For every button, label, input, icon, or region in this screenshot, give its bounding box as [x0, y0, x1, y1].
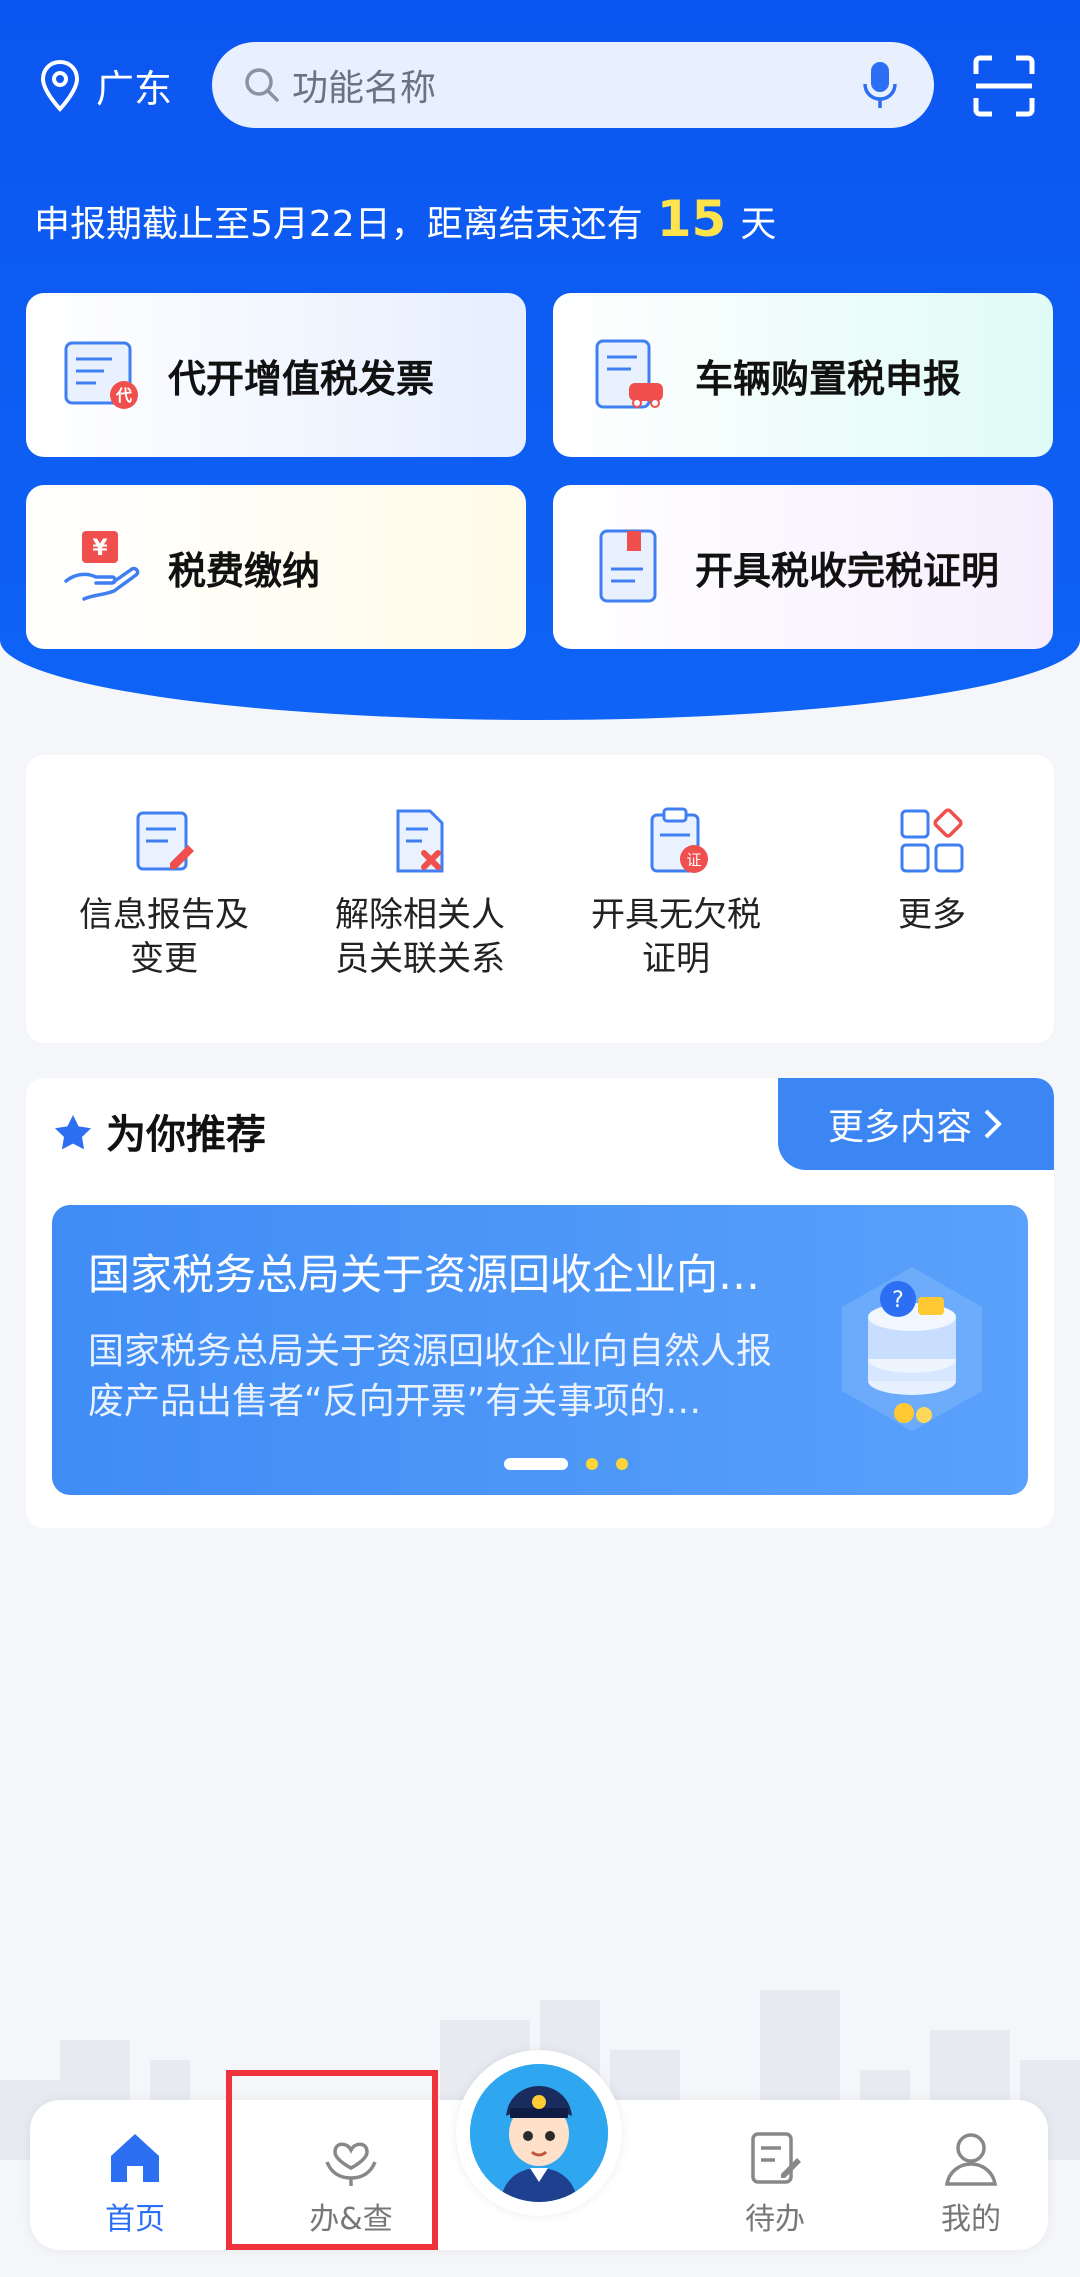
nav-label: 首页 [105, 2202, 165, 2237]
search-icon [245, 68, 279, 102]
card-vat-invoice[interactable]: 代 代开增值税发票 [26, 293, 526, 457]
microphone-icon[interactable] [862, 60, 898, 110]
deadline-days: 15 [656, 190, 727, 248]
deadline-suffix: 天 [740, 204, 777, 245]
recommend-section: 为你推荐 更多内容 国家税务总局关于资源回收企业向… 国家税务总局关于资源回收企… [26, 1078, 1054, 1528]
location-pin-icon [40, 59, 80, 112]
search-input[interactable]: 功能名称 [212, 42, 934, 128]
home-icon [111, 2134, 159, 2182]
chevron-right-icon [984, 1109, 1002, 1139]
info-report-icon [136, 811, 194, 871]
nav-label: 待办 [745, 2202, 805, 2237]
card-vehicle-tax[interactable]: 车辆购置税申报 [553, 293, 1053, 457]
nav-todo[interactable]: 待办 [700, 2128, 850, 2238]
quick-unlink-relation[interactable]: 解除相关人 员关联关系 [310, 805, 530, 981]
card-label: 税费缴纳 [168, 548, 321, 593]
card-label: 代开增值税发票 [168, 356, 435, 401]
quick-no-arrears[interactable]: 证 开具无欠税 证明 [566, 805, 786, 981]
tax-certificate-icon [599, 529, 657, 603]
tax-officer-avatar-icon [470, 2064, 608, 2202]
unlink-icon [396, 809, 444, 873]
quick-label: 更多 [898, 895, 966, 935]
carousel-dot [616, 1458, 628, 1470]
quick-label: 信息报告及 变更 [79, 895, 249, 979]
star-icon [55, 1115, 91, 1150]
nav-profile[interactable]: 我的 [896, 2128, 1046, 2238]
location-selector[interactable]: 广东 [38, 58, 172, 113]
quick-label: 解除相关人 员关联关系 [335, 895, 505, 979]
data-server-icon: ? [842, 1267, 982, 1431]
quick-label: 开具无欠税 证明 [591, 895, 761, 979]
profile-icon [944, 2133, 998, 2186]
more-content-button[interactable]: 更多内容 [778, 1078, 1054, 1170]
banner-description: 国家税务总局关于资源回收企业向自然人报废产品出售者“反向开票”有关事项的… [88, 1331, 773, 1422]
scan-icon[interactable] [972, 54, 1036, 118]
svg-text:证: 证 [686, 851, 701, 869]
svg-text:?: ? [892, 1288, 904, 1313]
no-arrears-icon: 证 [650, 807, 708, 873]
quick-info-report[interactable]: 信息报告及 变更 [54, 805, 274, 981]
selection-highlight-box [226, 2070, 438, 2250]
todo-icon [751, 2132, 801, 2184]
nav-label: 我的 [941, 2202, 1001, 2237]
more-content-label: 更多内容 [827, 1107, 972, 1148]
avatar [470, 2064, 608, 2202]
more-grid-icon [900, 808, 964, 873]
banner-title: 国家税务总局关于资源回收企业向… [88, 1250, 761, 1299]
card-tax-payment[interactable]: ¥ 税费缴纳 [26, 485, 526, 649]
invoice-icon: 代 [64, 341, 138, 409]
location-name: 广东 [96, 67, 173, 111]
card-label: 开具税收完税证明 [695, 548, 1000, 593]
card-tax-certificate[interactable]: 开具税收完税证明 [553, 485, 1053, 649]
deadline-prefix: 申报期截止至5月22日，距离结束还有 [34, 204, 643, 245]
nav-home[interactable]: 首页 [60, 2128, 210, 2238]
carousel-dot-active [504, 1458, 568, 1470]
svg-text:代: 代 [115, 386, 132, 405]
top-bar: 广东 功能名称 [0, 40, 1080, 130]
card-label: 车辆购置税申报 [695, 356, 962, 401]
assistant-avatar-button[interactable] [456, 2050, 622, 2216]
quick-functions-panel: 信息报告及 变更 解除相关人 员关联关系 证 开具无欠税 证明 更多 [26, 755, 1054, 1043]
deadline-notice: 申报期截止至5月22日，距离结束还有 15 天 [34, 190, 776, 248]
svg-text:¥: ¥ [92, 536, 108, 561]
search-placeholder: 功能名称 [292, 68, 437, 109]
carousel-indicator [504, 1458, 628, 1470]
recommend-banner[interactable]: 国家税务总局关于资源回收企业向… 国家税务总局关于资源回收企业向自然人报废产品出… [52, 1205, 1028, 1495]
tax-payment-icon: ¥ [64, 531, 140, 601]
quick-more[interactable]: 更多 [822, 805, 1042, 937]
vehicle-tax-icon [595, 339, 663, 409]
carousel-dot [586, 1458, 598, 1470]
recommend-title: 为你推荐 [106, 1112, 266, 1158]
